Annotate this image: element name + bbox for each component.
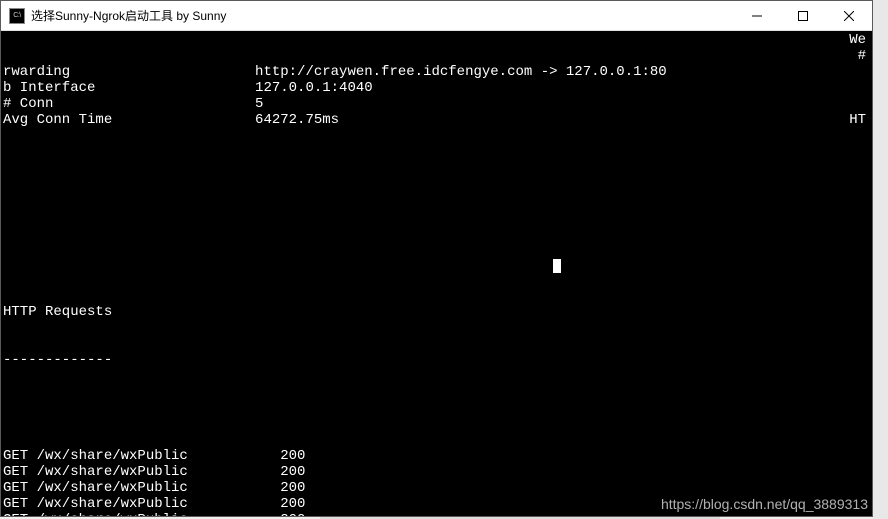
blank-line bbox=[3, 160, 870, 176]
status-line: # Conn 5 bbox=[3, 96, 870, 112]
right-fragment: We bbox=[849, 32, 866, 48]
console-output[interactable]: rwarding http://craywen.free.idcfengye.c… bbox=[1, 31, 872, 516]
maximize-icon bbox=[798, 11, 808, 21]
maximize-button[interactable] bbox=[780, 1, 826, 30]
request-line: GET /wx/share/wxPublic 200 bbox=[3, 496, 870, 512]
blank-line bbox=[3, 208, 870, 224]
minimize-icon bbox=[752, 11, 762, 21]
background-strip bbox=[873, 0, 888, 519]
text-cursor bbox=[553, 259, 561, 273]
right-edge-text: We# HT bbox=[849, 32, 866, 128]
right-fragment bbox=[849, 96, 866, 112]
window-title: 选择Sunny-Ngrok启动工具 by Sunny bbox=[31, 7, 734, 24]
section-title: HTTP Requests bbox=[3, 304, 870, 320]
close-button[interactable] bbox=[826, 1, 872, 30]
right-fragment bbox=[849, 64, 866, 80]
right-fragment: HT bbox=[849, 112, 866, 128]
window-controls bbox=[734, 1, 872, 30]
blank-line bbox=[3, 400, 870, 416]
status-block: rwarding http://craywen.free.idcfengye.c… bbox=[3, 64, 870, 128]
titlebar[interactable]: C:\ 选择Sunny-Ngrok启动工具 by Sunny bbox=[1, 1, 872, 31]
separator: ------------- bbox=[3, 352, 870, 368]
request-line: GET /wx/share/wxPublic 200 bbox=[3, 512, 870, 516]
request-line: GET /wx/share/wxPublic 200 bbox=[3, 480, 870, 496]
request-line: GET /wx/share/wxPublic 200 bbox=[3, 448, 870, 464]
status-line: rwarding http://craywen.free.idcfengye.c… bbox=[3, 64, 870, 80]
app-window: C:\ 选择Sunny-Ngrok启动工具 by Sunny rwarding … bbox=[0, 0, 873, 517]
right-fragment bbox=[849, 80, 866, 96]
app-icon: C:\ bbox=[9, 8, 25, 24]
status-line: b Interface 127.0.0.1:4040 bbox=[3, 80, 870, 96]
request-line: GET /wx/share/wxPublic 200 bbox=[3, 464, 870, 480]
requests-block: GET /wx/share/wxPublic 200GET /wx/share/… bbox=[3, 448, 870, 516]
status-line: Avg Conn Time 64272.75ms bbox=[3, 112, 870, 128]
close-icon bbox=[844, 11, 854, 21]
right-fragment: # bbox=[849, 48, 866, 64]
blank-line bbox=[3, 256, 870, 272]
minimize-button[interactable] bbox=[734, 1, 780, 30]
